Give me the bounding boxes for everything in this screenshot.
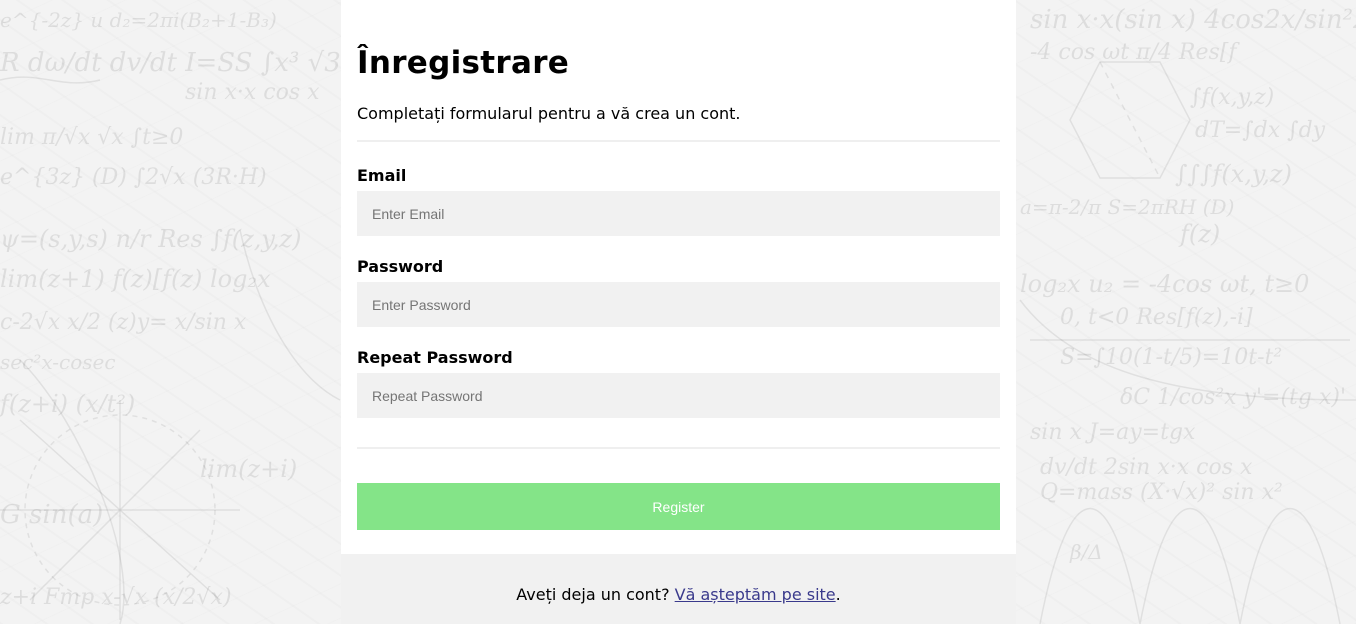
footer-prefix: Aveți deja un cont? <box>516 585 675 604</box>
divider-bottom <box>357 447 1000 449</box>
registration-card: Înregistrare Completați formularul pentr… <box>341 0 1016 624</box>
password-field[interactable] <box>357 282 1000 327</box>
repeat-password-label: Repeat Password <box>357 348 513 367</box>
footer-suffix: . <box>835 585 841 604</box>
signin-link[interactable]: Vă așteptăm pe site <box>675 585 836 604</box>
divider-top <box>357 140 1000 142</box>
register-button[interactable]: Register <box>357 483 1000 530</box>
email-field[interactable] <box>357 191 1000 236</box>
email-label: Email <box>357 166 407 185</box>
page-title: Înregistrare <box>357 45 570 81</box>
repeat-password-field[interactable] <box>357 373 1000 418</box>
password-label: Password <box>357 257 444 276</box>
signin-footer: Aveți deja un cont? Vă așteptăm pe site. <box>341 554 1016 624</box>
form-subtitle: Completați formularul pentru a vă crea u… <box>357 104 741 123</box>
